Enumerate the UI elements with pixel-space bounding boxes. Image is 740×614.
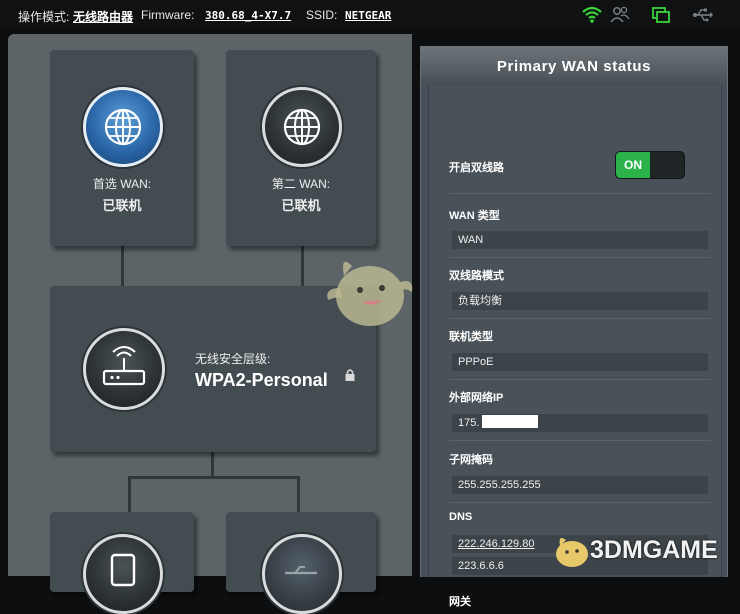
users-icon[interactable] [609, 5, 631, 25]
dns-label: DNS [449, 511, 473, 523]
wifi-icon[interactable] [581, 5, 603, 25]
wan-ip-label: 外部网络IP [449, 392, 504, 404]
toggle-on-text: ON [616, 152, 650, 178]
primary-wan-card[interactable]: 首选 WAN: 已联机 [50, 50, 194, 246]
subnet-mask-label: 子网掩码 [449, 454, 493, 466]
usb-card[interactable] [226, 512, 376, 614]
globe-icon[interactable] [262, 87, 342, 167]
mascot-watermark-icon [327, 261, 413, 326]
dual-wan-label: 开启双线路 [449, 162, 504, 174]
primary-wan-status: 已联机 [102, 198, 142, 213]
mascot-logo-icon [556, 538, 588, 567]
window-icon[interactable] [650, 5, 672, 25]
wan-type-value: WAN [452, 231, 708, 249]
router-icon[interactable] [83, 328, 165, 410]
panel-header: Primary WAN status [421, 47, 727, 85]
watermark: 3DMGAME [548, 530, 738, 570]
panel-body: 开启双线路 ON WAN 类型 WAN 双线路模式 负载均衡 联机类型 PPPo… [428, 85, 722, 608]
panel-title: Primary WAN status [496, 58, 652, 75]
operation-mode-label: 操作模式: [18, 10, 70, 24]
security-level-label: 无线安全层级: [195, 352, 271, 366]
connector-line [128, 476, 131, 512]
divider [449, 257, 711, 258]
secondary-wan-status: 已联机 [281, 198, 321, 213]
firmware-label: Firmware: [141, 8, 195, 22]
subnet-mask-value: 255.255.255.255 [452, 476, 708, 494]
firmware-version-link[interactable]: 380.68_4-X7.7 [205, 9, 291, 22]
ssid-label: SSID: [306, 8, 338, 22]
connector-line [128, 476, 300, 479]
operation-mode-link[interactable]: 无线路由器 [73, 8, 133, 25]
clients-card[interactable] [50, 512, 194, 614]
secondary-wan-label: 第二 WAN: [271, 177, 331, 191]
wan-type-label: WAN 类型 [449, 210, 500, 222]
lock-icon [345, 369, 355, 381]
connector-line [121, 246, 124, 286]
divider [449, 502, 711, 503]
dual-wan-toggle[interactable]: ON [615, 151, 685, 179]
connection-type-label: 联机类型 [449, 331, 493, 343]
top-bar: 操作模式: 无线路由器 Firmware: 380.68_4-X7.7 SSID… [0, 0, 740, 30]
divider [449, 318, 711, 319]
dual-wan-mode-value: 负载均衡 [452, 292, 708, 310]
connection-type-value: PPPoE [452, 353, 708, 371]
redaction-mark [482, 415, 538, 428]
ssid-link[interactable]: NETGEAR [345, 9, 391, 22]
primary-wan-label: 首选 WAN: [92, 177, 152, 191]
security-level-value: WPA2-Personal [195, 370, 328, 390]
globe-icon[interactable] [83, 87, 163, 167]
divider [449, 440, 711, 441]
usb-icon[interactable] [262, 534, 342, 614]
divider [449, 379, 711, 380]
device-icon[interactable] [83, 534, 163, 614]
watermark-text: 3DMGAME [590, 536, 718, 564]
secondary-wan-card[interactable]: 第二 WAN: 已联机 [226, 50, 376, 246]
usb-icon[interactable] [692, 5, 714, 25]
divider [449, 193, 711, 194]
dual-wan-mode-label: 双线路模式 [449, 270, 504, 282]
connector-line [211, 452, 214, 478]
connector-line [297, 476, 300, 512]
primary-wan-status-panel: Primary WAN status 开启双线路 ON WAN 类型 WAN 双… [420, 46, 728, 608]
connector-line [301, 246, 304, 286]
gateway-label: 网关 [449, 596, 471, 608]
